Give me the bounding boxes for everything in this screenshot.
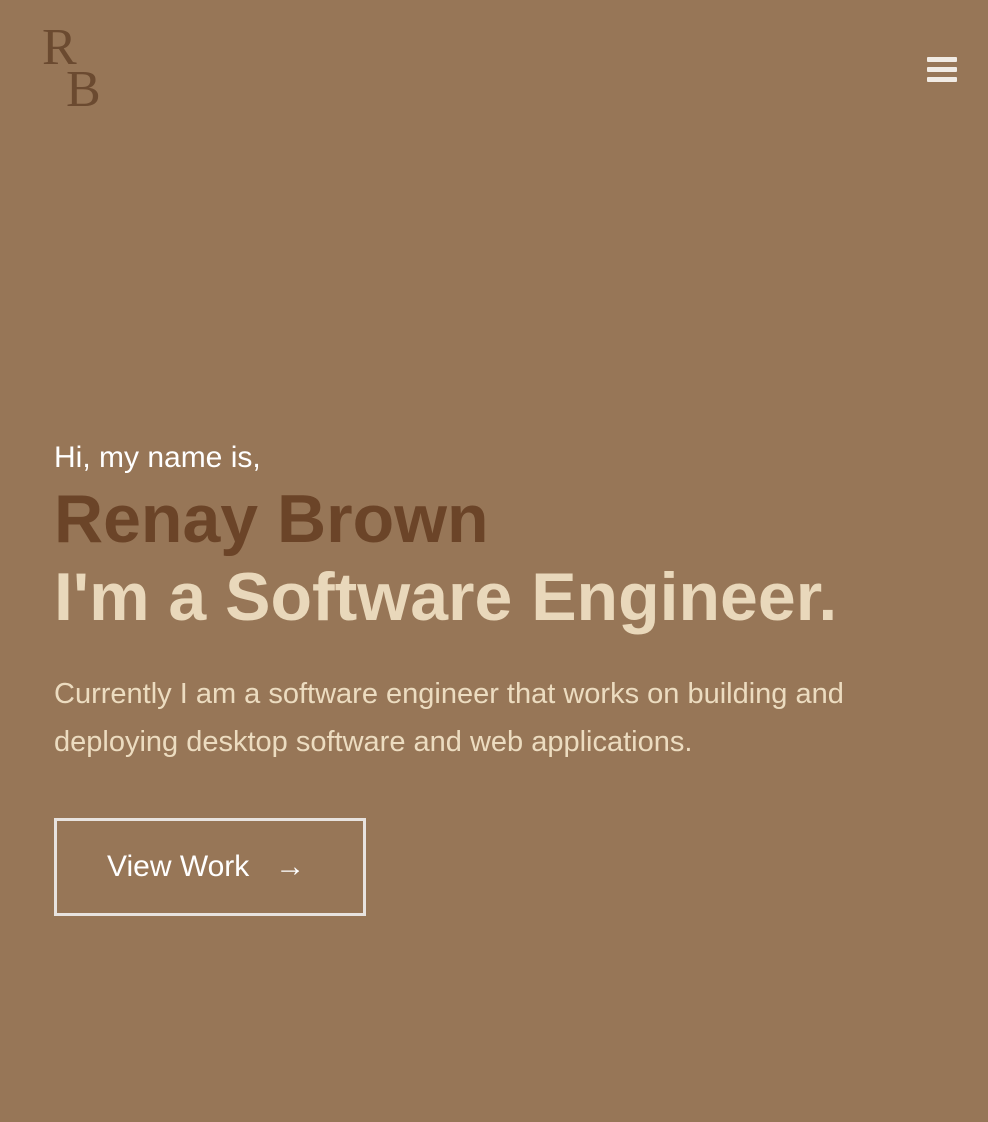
- hero-name: Renay Brown: [54, 481, 489, 557]
- greeting-text: Hi, my name is,: [54, 441, 261, 474]
- view-work-label: View Work: [107, 850, 250, 883]
- arrow-right-icon: →: [275, 850, 306, 883]
- hero-tagline: I'm a Software Engineer.: [54, 559, 838, 635]
- hero-description: Currently I am a software engineer that …: [54, 678, 844, 758]
- logo-letter-b: B: [66, 61, 101, 118]
- menu-bar: [927, 67, 957, 72]
- logo[interactable]: R B: [42, 22, 112, 122]
- view-work-button[interactable]: View Work →: [54, 818, 366, 916]
- menu-bar: [927, 57, 957, 62]
- hamburger-menu-icon[interactable]: [927, 56, 957, 84]
- menu-bar: [927, 77, 957, 82]
- hero-section: Hi, my name is, Renay Brown I'm a Softwa…: [54, 438, 954, 766]
